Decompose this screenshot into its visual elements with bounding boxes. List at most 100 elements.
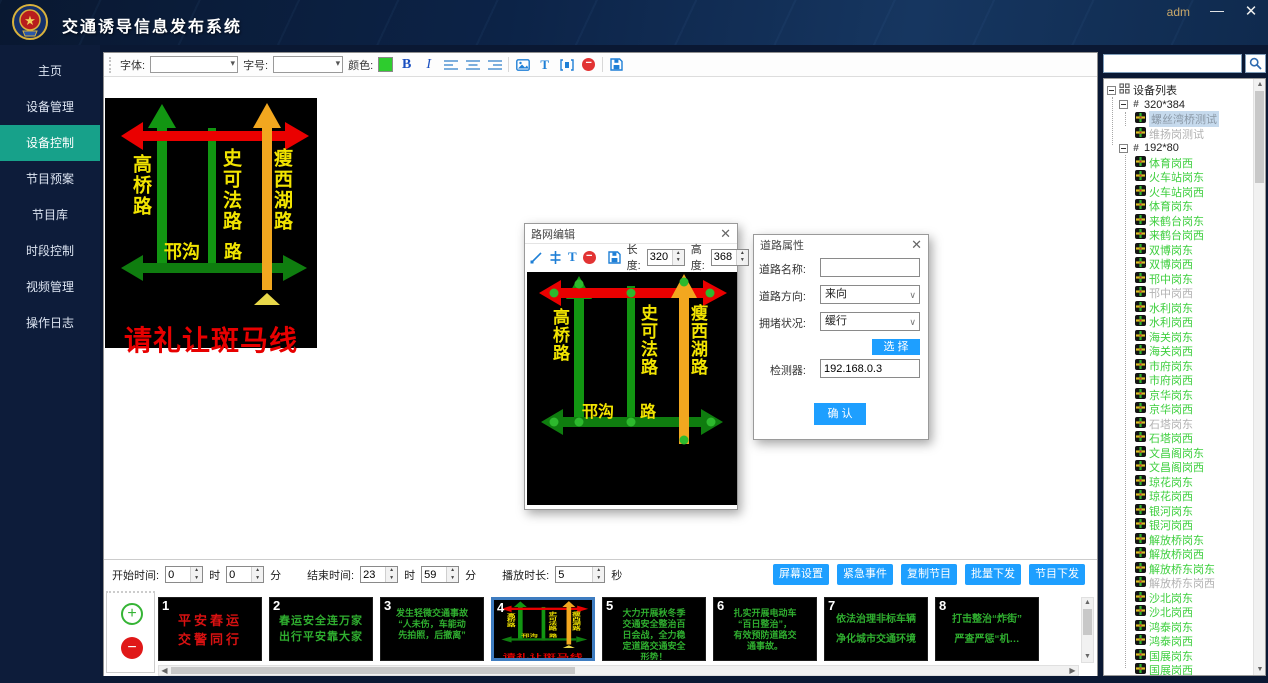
collapse-icon[interactable] bbox=[1119, 100, 1128, 109]
program-thumb-3[interactable]: 3发生轻微交通事故“人未伤，车能动先拍照，后撤离” bbox=[380, 597, 484, 661]
device-item[interactable]: 国展岗西 bbox=[1149, 662, 1193, 676]
sidebar-item-1[interactable]: 设备管理 bbox=[0, 89, 100, 125]
search-button[interactable] bbox=[1245, 54, 1266, 73]
scroll-left-icon[interactable]: ◀ bbox=[159, 666, 170, 675]
scroll-down-icon[interactable]: ▼ bbox=[1254, 664, 1266, 675]
insert-image-icon[interactable] bbox=[514, 56, 531, 73]
sidebar-item-4[interactable]: 节目库 bbox=[0, 197, 100, 233]
bold-button[interactable]: B bbox=[398, 56, 415, 73]
start-minute-input[interactable] bbox=[227, 567, 251, 582]
close-icon[interactable]: ✕ bbox=[1242, 2, 1260, 20]
sidebar-item-3[interactable]: 节目预案 bbox=[0, 161, 100, 197]
color-swatch[interactable] bbox=[378, 57, 393, 72]
step-down-icon[interactable]: ▼ bbox=[737, 257, 748, 265]
sidebar-item-6[interactable]: 视频管理 bbox=[0, 269, 100, 305]
toolbar-grip[interactable] bbox=[109, 57, 113, 73]
step-down-icon[interactable]: ▼ bbox=[191, 575, 202, 583]
step-up-icon[interactable]: ▲ bbox=[737, 250, 748, 258]
height-input[interactable] bbox=[712, 250, 736, 265]
minimize-icon[interactable]: — bbox=[1208, 2, 1226, 18]
align-right-icon[interactable] bbox=[486, 56, 503, 73]
insert-text-icon[interactable]: T bbox=[568, 249, 577, 266]
length-stepper[interactable]: ▲▼ bbox=[647, 249, 685, 266]
sidebar-item-0[interactable]: 主页 bbox=[0, 53, 100, 89]
duration-input[interactable] bbox=[556, 567, 592, 582]
size-select[interactable] bbox=[273, 56, 343, 73]
start-minute-stepper[interactable]: ▲▼ bbox=[226, 566, 264, 583]
program-thumb-1[interactable]: 1平安春运交警同行 bbox=[158, 597, 262, 661]
step-down-icon[interactable]: ▼ bbox=[447, 575, 458, 583]
detector-input[interactable] bbox=[821, 360, 919, 377]
scroll-right-icon[interactable]: ▶ bbox=[1067, 666, 1078, 675]
step-down-icon[interactable]: ▼ bbox=[673, 257, 684, 265]
step-up-icon[interactable]: ▲ bbox=[252, 567, 263, 575]
editor-canvas[interactable]: 高桥路 史可法路 瘦西湖路 邗沟 路 请礼让斑马线 路网编辑 ✕ bbox=[104, 77, 1097, 559]
action-button-3[interactable]: 批量下发 bbox=[965, 564, 1021, 585]
step-up-icon[interactable]: ▲ bbox=[447, 567, 458, 575]
select-button[interactable]: 选 择 bbox=[872, 339, 920, 355]
sign-preview[interactable]: 高桥路 史可法路 瘦西湖路 邗沟 路 请礼让斑马线 bbox=[105, 98, 317, 348]
program-thumb-7[interactable]: 7依法治理非标车辆净化城市交通环境 bbox=[824, 597, 928, 661]
action-button-0[interactable]: 屏幕设置 bbox=[773, 564, 829, 585]
duration-stepper[interactable]: ▲▼ bbox=[555, 566, 605, 583]
collapse-icon[interactable] bbox=[1107, 86, 1116, 95]
node-tool-icon[interactable] bbox=[549, 249, 562, 266]
scroll-up-icon[interactable]: ▲ bbox=[1082, 598, 1093, 608]
draw-line-icon[interactable] bbox=[530, 249, 543, 266]
program-thumb-2[interactable]: 2春运安全连万家出行平安靠大家 bbox=[269, 597, 373, 661]
program-thumb-8[interactable]: 8打击整治“炸街”严查严惩“机… bbox=[935, 597, 1039, 661]
program-thumb-5[interactable]: 5大力开展秋冬季交通安全整治百日会战，全力稳定道路交通安全形势！ bbox=[602, 597, 706, 661]
end-hour-input[interactable] bbox=[361, 567, 385, 582]
start-hour-stepper[interactable]: ▲▼ bbox=[165, 566, 203, 583]
sidebar-item-2[interactable]: 设备控制 bbox=[0, 125, 100, 161]
insert-text-icon[interactable]: T bbox=[536, 56, 553, 73]
scrollbar-thumb[interactable] bbox=[171, 667, 575, 674]
tree-group[interactable]: 320*384 bbox=[1144, 99, 1185, 111]
sidebar-item-5[interactable]: 时段控制 bbox=[0, 233, 100, 269]
step-down-icon[interactable]: ▼ bbox=[593, 575, 604, 583]
action-button-1[interactable]: 紧急事件 bbox=[837, 564, 893, 585]
program-thumb-6[interactable]: 6扎实开展电动车“百日整治”，有效预防道路交通事故。 bbox=[713, 597, 817, 661]
scrollbar-thumb[interactable] bbox=[1083, 609, 1092, 635]
font-select[interactable] bbox=[150, 56, 238, 73]
roadnet-canvas[interactable]: 高桥路 史可法路 瘦西湖路 邗沟 路 bbox=[527, 272, 737, 505]
delete-icon[interactable]: − bbox=[580, 56, 597, 73]
close-icon[interactable]: ✕ bbox=[720, 226, 731, 242]
marquee-icon[interactable] bbox=[558, 56, 575, 73]
end-minute-stepper[interactable]: ▲▼ bbox=[421, 566, 459, 583]
device-item[interactable]: 维扬岗测试 bbox=[1149, 126, 1204, 142]
horizontal-scrollbar[interactable]: ◀ ▶ bbox=[158, 665, 1079, 676]
end-hour-stepper[interactable]: ▲▼ bbox=[360, 566, 398, 583]
road-direction-select[interactable]: 来向 bbox=[820, 285, 920, 304]
step-up-icon[interactable]: ▲ bbox=[673, 250, 684, 258]
congestion-select[interactable]: 缓行 bbox=[820, 312, 920, 331]
step-up-icon[interactable]: ▲ bbox=[191, 567, 202, 575]
tree-group[interactable]: 192*80 bbox=[1144, 142, 1179, 154]
delete-icon[interactable]: − bbox=[583, 249, 596, 266]
tree-scrollbar[interactable]: ▲ ▼ bbox=[1253, 79, 1265, 675]
action-button-2[interactable]: 复制节目 bbox=[901, 564, 957, 585]
length-input[interactable] bbox=[648, 250, 672, 265]
search-input[interactable] bbox=[1103, 54, 1242, 73]
step-down-icon[interactable]: ▼ bbox=[386, 575, 397, 583]
scrollbar-thumb[interactable] bbox=[1255, 91, 1264, 183]
road-name-input[interactable] bbox=[821, 259, 919, 276]
save-icon[interactable] bbox=[608, 56, 625, 73]
sidebar-item-7[interactable]: 操作日志 bbox=[0, 305, 100, 341]
end-minute-input[interactable] bbox=[422, 567, 446, 582]
scroll-up-icon[interactable]: ▲ bbox=[1254, 79, 1266, 90]
remove-program-icon[interactable]: − bbox=[121, 637, 143, 659]
user-name[interactable]: adm bbox=[1167, 5, 1190, 19]
vertical-scrollbar[interactable]: ▲ ▼ bbox=[1081, 597, 1094, 663]
italic-button[interactable]: I bbox=[420, 56, 437, 73]
height-stepper[interactable]: ▲▼ bbox=[711, 249, 749, 266]
align-left-icon[interactable] bbox=[442, 56, 459, 73]
collapse-icon[interactable] bbox=[1119, 144, 1128, 153]
step-up-icon[interactable]: ▲ bbox=[386, 567, 397, 575]
align-center-icon[interactable] bbox=[464, 56, 481, 73]
program-thumb-4[interactable]: 4 高桥路 史可法路 瘦西湖路 bbox=[491, 597, 595, 661]
save-icon[interactable] bbox=[608, 249, 621, 266]
start-hour-input[interactable] bbox=[166, 567, 190, 582]
add-program-icon[interactable]: + bbox=[121, 603, 143, 625]
sign-preview[interactable]: 高桥路 史可法路 瘦西湖路 邗沟 路 请礼让斑马线 bbox=[494, 600, 592, 658]
